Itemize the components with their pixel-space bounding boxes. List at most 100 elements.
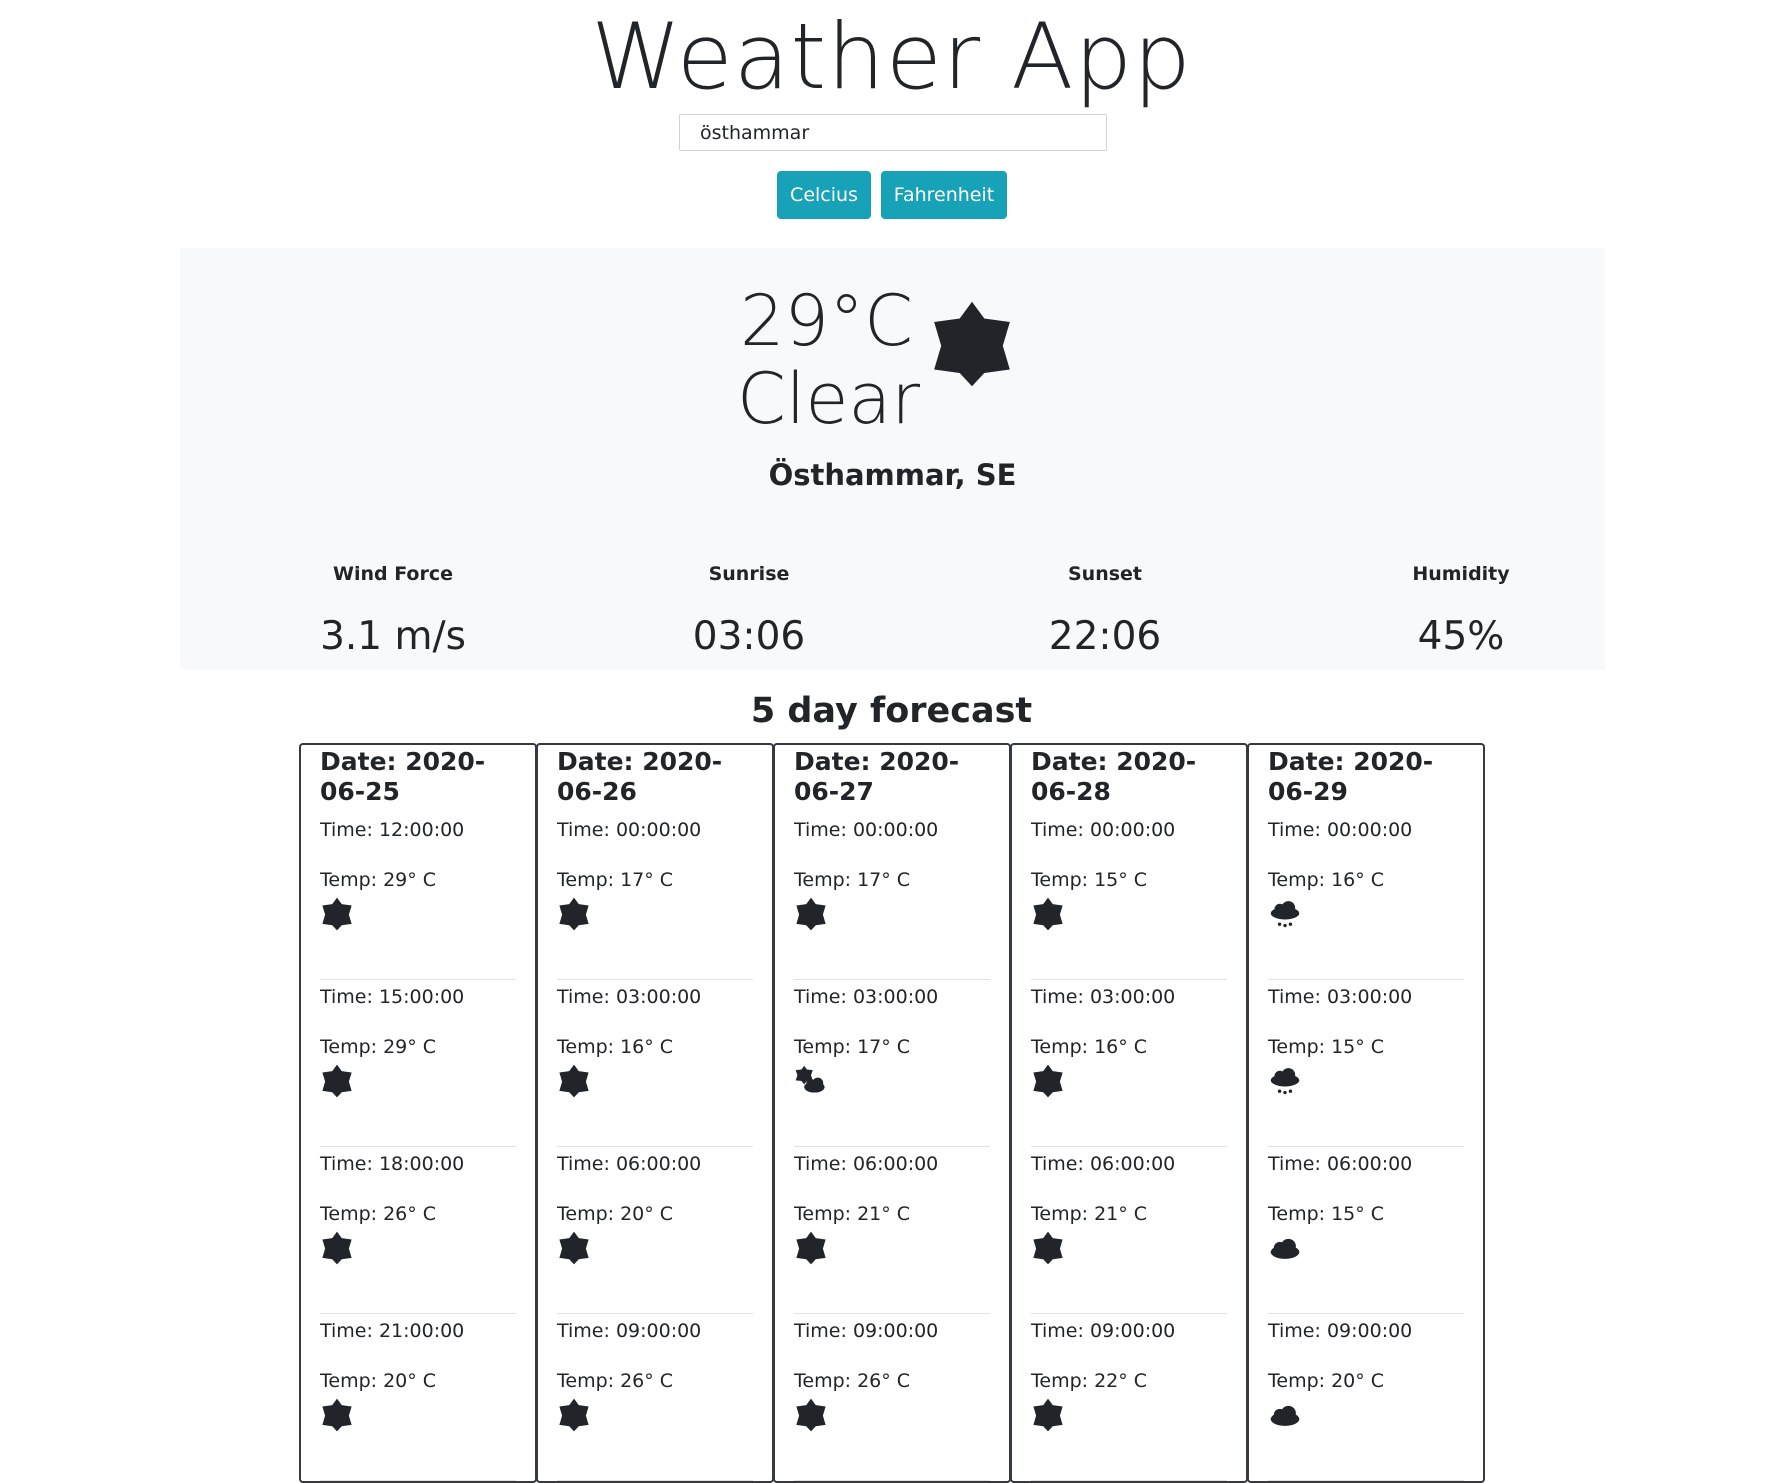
forecast-slot: Time: 06:00:00 Temp: 21° C	[1031, 1147, 1227, 1314]
forecast-slot: Time: 09:00:00 Temp: 22° C	[1031, 1314, 1227, 1481]
sun-icon	[1033, 1064, 1063, 1098]
forecast-slot: Time: 00:00:00 Temp: 17° C	[794, 813, 990, 980]
stat-label: Wind Force	[333, 563, 453, 585]
forecast-temp: Temp: 22° C	[1031, 1370, 1148, 1392]
forecast-time: Time: 21:00:00	[320, 1320, 465, 1342]
stat-wind-force: Wind Force 3.1 m/s	[273, 563, 513, 659]
sun-icon	[796, 1398, 826, 1432]
forecast-slot: Time: 09:00:00 Temp: 26° C	[557, 1314, 753, 1481]
forecast-temp: Temp: 20° C	[1268, 1370, 1385, 1392]
forecast-slot: Time: 03:00:00 Temp: 15° C	[1268, 980, 1464, 1147]
forecast-day-card: Date: 2020-06-29 Time: 00:00:00 Temp: 16° …	[1247, 743, 1485, 1483]
forecast-time: Time: 15:00:00	[320, 986, 465, 1008]
forecast-slot: Time: 06:00:00 Temp: 15° C	[1268, 1147, 1464, 1314]
celsius-button[interactable]: Celcius	[777, 171, 871, 219]
forecast-slot: Time: 15:00:00 Temp: 29° C	[320, 980, 516, 1147]
sun-icon	[1033, 897, 1063, 931]
stat-value: 3.1 m/s	[320, 614, 466, 659]
forecast-time: Time: 00:00:00	[1031, 819, 1176, 841]
sun-icon	[1033, 1398, 1063, 1432]
forecast-time: Time: 00:00:00	[557, 819, 702, 841]
forecast-time: Time: 06:00:00	[557, 1153, 702, 1175]
sun-icon	[322, 897, 352, 931]
forecast-temp: Temp: 29° C	[320, 869, 437, 891]
forecast-slot: Time: 00:00:00 Temp: 17° C	[557, 813, 753, 980]
stat-value: 45%	[1417, 614, 1505, 659]
partly-cloudy-icon	[795, 1065, 825, 1093]
cloud-icon	[1270, 1238, 1300, 1259]
forecast-date: Date: 2020-06-26	[557, 747, 723, 806]
current-weather-panel: 29°C Clear Östhammar, SE Wind Force 3.1 …	[180, 248, 1605, 670]
sun-icon	[934, 301, 1010, 387]
forecast-temp: Temp: 17° C	[794, 1036, 911, 1058]
forecast-time: Time: 09:00:00	[794, 1320, 939, 1342]
sun-icon	[1033, 1231, 1063, 1265]
forecast-day-card: Date: 2020-06-26 Time: 00:00:00 Temp: 17° …	[536, 743, 774, 1483]
forecast-time: Time: 03:00:00	[557, 986, 702, 1008]
forecast-slot: Time: 00:00:00 Temp: 16° C	[1268, 813, 1464, 980]
forecast-temp: Temp: 21° C	[794, 1203, 911, 1225]
forecast-temp: Temp: 26° C	[794, 1370, 911, 1392]
rain-cloud-icon	[1270, 1068, 1300, 1095]
stat-label: Humidity	[1412, 563, 1510, 585]
forecast-slot: Time: 12:00:00 Temp: 29° C	[320, 813, 516, 980]
forecast-title: 5 day forecast	[750, 691, 1033, 731]
forecast-temp: Temp: 20° C	[320, 1370, 437, 1392]
forecast-temp: Temp: 20° C	[557, 1203, 674, 1225]
forecast-temp: Temp: 16° C	[1268, 869, 1385, 891]
forecast-time: Time: 06:00:00	[1268, 1153, 1413, 1175]
sun-icon	[796, 1231, 826, 1265]
forecast-temp: Temp: 29° C	[320, 1036, 437, 1058]
stat-value: 03:06	[692, 614, 806, 659]
forecast-day-card: Date: 2020-06-27 Time: 00:00:00 Temp: 17° …	[773, 743, 1011, 1483]
forecast-time: Time: 00:00:00	[794, 819, 939, 841]
fahrenheit-button[interactable]: Fahrenheit	[881, 171, 1007, 219]
forecast-temp: Temp: 15° C	[1031, 869, 1148, 891]
page-title: Weather App	[591, 5, 1192, 110]
forecast-slot: Time: 03:00:00 Temp: 16° C	[1031, 980, 1227, 1147]
rain-cloud-icon	[1270, 901, 1300, 928]
sun-icon	[559, 1398, 589, 1432]
forecast-slot: Time: 00:00:00 Temp: 15° C	[1031, 813, 1227, 980]
forecast-temp: Temp: 26° C	[320, 1203, 437, 1225]
forecast-slot: Time: 06:00:00 Temp: 20° C	[557, 1147, 753, 1314]
forecast-temp: Temp: 16° C	[1031, 1036, 1148, 1058]
forecast-time: Time: 06:00:00	[1031, 1153, 1176, 1175]
city-search-input[interactable]	[679, 114, 1107, 151]
forecast-time: Time: 03:00:00	[794, 986, 939, 1008]
forecast-slot: Time: 18:00:00 Temp: 26° C	[320, 1147, 516, 1314]
forecast-date: Date: 2020-06-28	[1031, 747, 1197, 806]
stat-label: Sunrise	[708, 563, 790, 585]
forecast-slot: Time: 03:00:00 Temp: 17° C	[794, 980, 990, 1147]
forecast-temp: Temp: 17° C	[557, 869, 674, 891]
sun-icon	[322, 1064, 352, 1098]
forecast-time: Time: 03:00:00	[1268, 986, 1413, 1008]
forecast-time: Time: 18:00:00	[320, 1153, 465, 1175]
sun-icon	[559, 897, 589, 931]
forecast-temp: Temp: 26° C	[557, 1370, 674, 1392]
forecast-date: Date: 2020-06-25	[320, 747, 486, 806]
forecast-slot: Time: 06:00:00 Temp: 21° C	[794, 1147, 990, 1314]
forecast-time: Time: 09:00:00	[1268, 1320, 1413, 1342]
forecast-time: Time: 06:00:00	[794, 1153, 939, 1175]
cloud-icon	[1270, 1405, 1300, 1426]
forecast-time: Time: 09:00:00	[1031, 1320, 1176, 1342]
sun-icon	[796, 897, 826, 931]
current-location: Östhammar, SE	[768, 458, 1017, 492]
sun-icon	[322, 1231, 352, 1265]
forecast-temp: Temp: 17° C	[794, 869, 911, 891]
forecast-time: Time: 12:00:00	[320, 819, 465, 841]
forecast-time: Time: 03:00:00	[1031, 986, 1176, 1008]
forecast-slot: Time: 03:00:00 Temp: 16° C	[557, 980, 753, 1147]
stat-sunrise: Sunrise 03:06	[629, 563, 869, 659]
forecast-slot: Time: 09:00:00 Temp: 26° C	[794, 1314, 990, 1481]
forecast-date: Date: 2020-06-29	[1268, 747, 1434, 806]
stat-label: Sunset	[1067, 563, 1142, 585]
sun-icon	[559, 1064, 589, 1098]
forecast-slot: Time: 21:00:00 Temp: 20° C	[320, 1314, 516, 1481]
sun-icon	[322, 1398, 352, 1432]
stat-value: 22:06	[1048, 614, 1162, 659]
stat-humidity: Humidity 45%	[1341, 563, 1581, 659]
forecast-date: Date: 2020-06-27	[794, 747, 960, 806]
stat-sunset: Sunset 22:06	[985, 563, 1225, 659]
